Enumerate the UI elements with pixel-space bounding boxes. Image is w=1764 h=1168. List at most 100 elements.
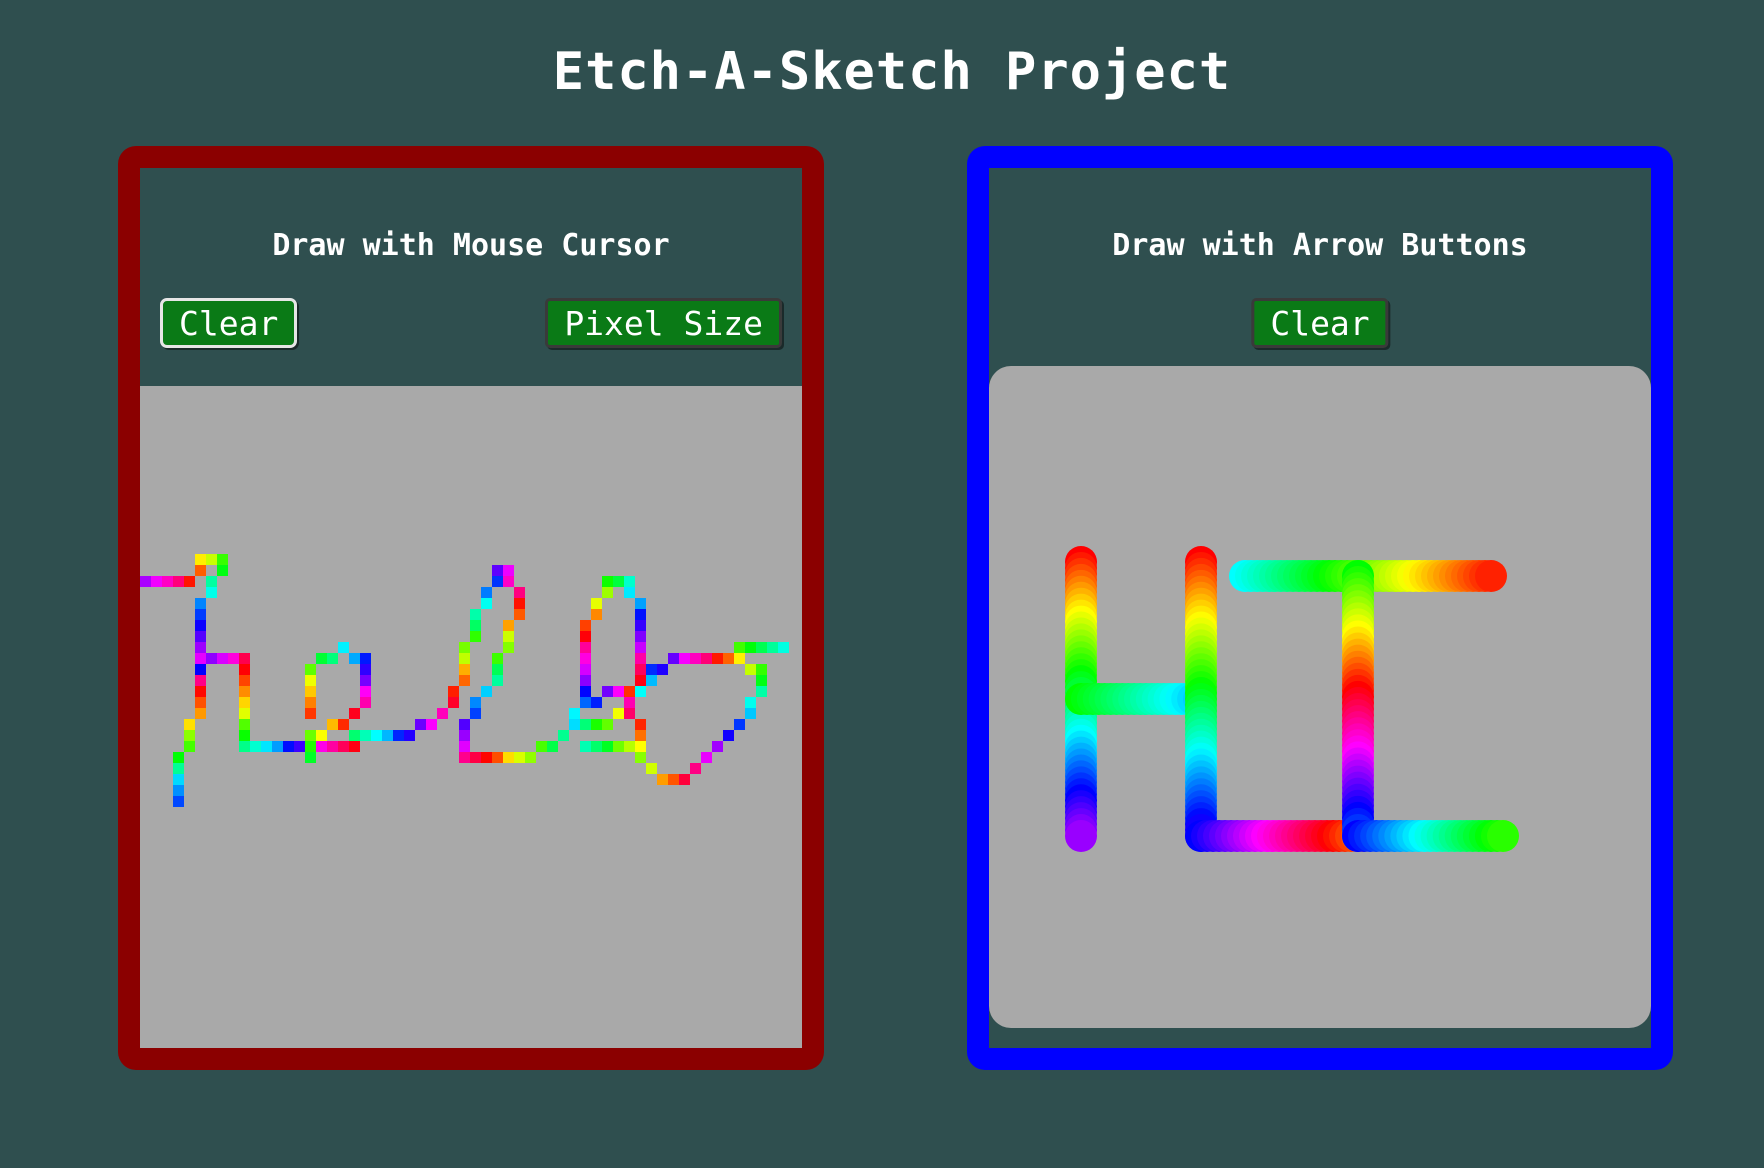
sketch-pixel	[492, 752, 503, 763]
sketch-pixel	[184, 719, 195, 730]
sketch-pixel	[580, 719, 591, 730]
sketch-pixel	[250, 741, 261, 752]
sketch-pixel	[195, 708, 206, 719]
sketch-pixel	[514, 609, 525, 620]
sketch-pixel	[239, 741, 250, 752]
sketch-pixel	[470, 631, 481, 642]
sketch-pixel	[448, 697, 459, 708]
sketch-pixel	[360, 664, 371, 675]
sketch-pixel	[305, 664, 316, 675]
sketch-pixel	[217, 653, 228, 664]
sketch-pixel	[646, 664, 657, 675]
sketch-pixel	[239, 708, 250, 719]
sketch-pixel	[745, 664, 756, 675]
sketch-pixel	[195, 598, 206, 609]
sketch-pixel	[756, 675, 767, 686]
sketch-pixel	[371, 730, 382, 741]
sketch-pixel	[459, 752, 470, 763]
page-title: Etch-A-Sketch Project	[552, 42, 1232, 102]
sketch-pixel	[602, 686, 613, 697]
sketch-pixel	[195, 697, 206, 708]
sketch-pixel	[415, 719, 426, 730]
sketch-pixel	[360, 730, 371, 741]
sketch-pixel	[360, 697, 371, 708]
sketch-pixel	[481, 686, 492, 697]
sketch-pixel	[206, 576, 217, 587]
sketch-pixel	[459, 664, 470, 675]
sketch-pixel	[470, 708, 481, 719]
sketch-pixel	[580, 675, 591, 686]
sketch-pixel	[173, 796, 184, 807]
sketch-pixel	[503, 620, 514, 631]
sketch-pixel	[635, 653, 646, 664]
sketch-pixel	[184, 730, 195, 741]
sketch-pixel	[646, 763, 657, 774]
sketch-pixel	[195, 642, 206, 653]
sketch-pixel	[723, 653, 734, 664]
sketch-pixel	[305, 752, 316, 763]
sketch-pixel	[492, 675, 503, 686]
sketch-pixel	[437, 708, 448, 719]
pixel-size-button[interactable]: Pixel Size	[545, 298, 782, 348]
sketch-pixel	[492, 664, 503, 675]
sketch-pixel	[778, 642, 789, 653]
sketch-pixel	[327, 653, 338, 664]
sketch-pixel	[459, 675, 470, 686]
sketch-pixel	[690, 653, 701, 664]
sketch-pixel	[591, 598, 602, 609]
sketch-pixel	[503, 642, 514, 653]
arrow-draw-panel: Draw with Arrow Buttons Clear	[967, 146, 1673, 1070]
sketch-pixel	[635, 642, 646, 653]
arrow-sketch-canvas[interactable]	[989, 366, 1651, 1028]
sketch-pixel	[239, 675, 250, 686]
sketch-pixel	[239, 719, 250, 730]
sketch-pixel	[635, 719, 646, 730]
sketch-pixel	[173, 576, 184, 587]
sketch-pixel	[624, 708, 635, 719]
sketch-pixel	[591, 741, 602, 752]
sketch-pixel	[239, 664, 250, 675]
sketch-pixel	[580, 642, 591, 653]
sketch-pixel	[228, 653, 239, 664]
sketch-pixel	[195, 554, 206, 565]
sketch-pixel	[459, 642, 470, 653]
sketch-pixel	[613, 708, 624, 719]
clear-button[interactable]: Clear	[160, 298, 298, 348]
sketch-pixel	[459, 653, 470, 664]
sketch-pixel	[635, 664, 646, 675]
brush-dot	[1475, 560, 1507, 592]
sketch-pixel	[613, 686, 624, 697]
mouse-sketch-grid[interactable]	[140, 386, 802, 1048]
sketch-pixel	[635, 752, 646, 763]
sketch-pixel	[360, 653, 371, 664]
sketch-pixel	[624, 697, 635, 708]
sketch-pixel	[173, 752, 184, 763]
sketch-pixel	[602, 576, 613, 587]
sketch-pixel	[613, 576, 624, 587]
sketch-pixel	[569, 708, 580, 719]
sketch-pixel	[679, 774, 690, 785]
sketch-pixel	[349, 730, 360, 741]
sketch-pixel	[206, 587, 217, 598]
sketch-pixel	[756, 664, 767, 675]
sketch-pixel	[481, 598, 492, 609]
sketch-pixel	[360, 686, 371, 697]
sketch-pixel	[305, 686, 316, 697]
sketch-pixel	[239, 697, 250, 708]
sketch-pixel	[294, 741, 305, 752]
sketch-pixel	[514, 598, 525, 609]
sketch-pixel	[602, 741, 613, 752]
sketch-pixel	[173, 785, 184, 796]
sketch-pixel	[349, 653, 360, 664]
brush-dot	[1487, 820, 1519, 852]
sketch-pixel	[404, 730, 415, 741]
sketch-pixel	[382, 730, 393, 741]
sketch-pixel	[305, 697, 316, 708]
sketch-pixel	[635, 620, 646, 631]
sketch-pixel	[239, 730, 250, 741]
sketch-pixel	[745, 708, 756, 719]
clear-button[interactable]: Clear	[1251, 298, 1389, 348]
sketch-pixel	[635, 598, 646, 609]
sketch-pixel	[338, 741, 349, 752]
sketch-pixel	[547, 741, 558, 752]
